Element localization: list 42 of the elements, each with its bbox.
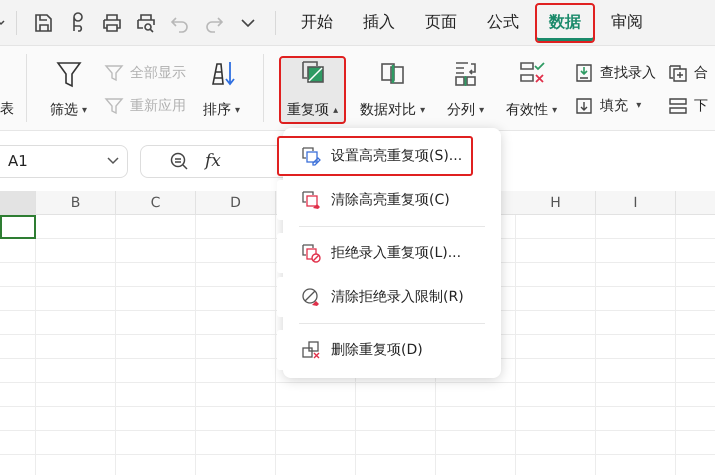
ribbon-button[interactable]: 下 [668, 96, 708, 116]
ribbon-tab[interactable]: 开始 [287, 2, 347, 42]
funnel-eye-icon [104, 62, 124, 82]
ribbon-button[interactable]: 有效性 ▾ [498, 56, 566, 124]
merge-plus-icon [668, 62, 688, 82]
ribbon-button[interactable]: 查找录入 [574, 62, 656, 82]
cell-reference: A1 [8, 152, 28, 170]
ribbon-tab[interactable]: 审阅 [597, 2, 657, 42]
rows-icon [668, 96, 688, 116]
ribbon-tab[interactable]: 数据 [535, 2, 595, 42]
ribbon-button[interactable]: 筛选 ▾ [42, 56, 96, 124]
ribbon-button[interactable]: 分列 ▾ [439, 56, 492, 124]
ribbon-button[interactable]: 数据对比 ▾ [352, 56, 434, 124]
fx-label[interactable]: fx [205, 151, 221, 171]
clear-highlight-icon [301, 190, 321, 210]
ribbon-button[interactable]: 排序 ▾ [195, 56, 248, 124]
save-button[interactable] [33, 12, 55, 34]
menu-item[interactable]: 设置高亮重复项(S)... [277, 136, 473, 176]
funnel-refresh-icon [104, 96, 124, 116]
print-preview-button[interactable] [135, 12, 157, 34]
highlight-duplicates-icon [301, 146, 321, 166]
chevron-icon[interactable] [0, 18, 6, 28]
print-button[interactable] [101, 12, 123, 34]
ribbon-label: 表 [0, 100, 14, 118]
ribbon-button[interactable]: 填充 ▾ [574, 96, 656, 116]
print-preview-icon [135, 12, 157, 34]
fill-down-icon [574, 96, 594, 116]
ribbon-button[interactable]: 合 [668, 62, 708, 82]
zoom-icon[interactable] [169, 151, 189, 171]
save-icon [33, 12, 55, 34]
delete-duplicates-icon [301, 340, 321, 360]
clear-restriction-icon [301, 287, 321, 307]
ribbon-button[interactable]: 重复项 ▴ [279, 56, 346, 124]
ribbon-tab[interactable]: 插入 [349, 2, 409, 42]
download-doc-icon [574, 62, 594, 82]
name-box[interactable]: A1 [0, 144, 128, 178]
ribbon-tab[interactable]: 页面 [411, 2, 471, 42]
chevron-down-icon [107, 157, 119, 165]
print-icon [101, 12, 123, 34]
ribbon-tab[interactable]: 公式 [473, 2, 533, 42]
reject-duplicates-icon [301, 243, 321, 263]
selected-cell[interactable] [0, 215, 36, 239]
